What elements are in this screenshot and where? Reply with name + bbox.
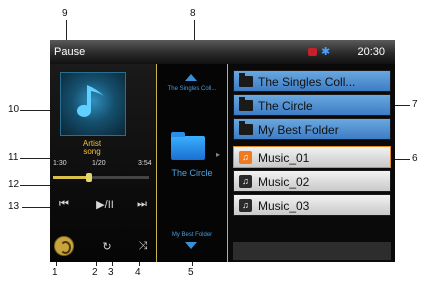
play-pause-button[interactable]: ▶/II [94, 198, 116, 211]
list-item-label: Music_01 [258, 151, 310, 165]
list-item-label: The Singles Coll... [258, 75, 356, 89]
list-item[interactable]: The Singles Coll... [233, 70, 391, 92]
shuffle-button[interactable]: ⤨ [136, 240, 150, 253]
bluetooth-icon: ✱ [321, 46, 331, 58]
elapsed-time: 1:30 [53, 160, 67, 167]
callout-6: 6 [412, 153, 418, 164]
callout-3: 3 [108, 267, 114, 278]
music-file-icon: ♫ [239, 151, 252, 164]
folder-icon [239, 97, 253, 111]
folder-navigator: The Singles Coll... The Circle My Best F… [156, 64, 227, 262]
leader-9 [66, 20, 67, 42]
progress-fill [53, 176, 90, 179]
music-file-icon: ♫ [239, 175, 252, 188]
list-item[interactable]: ♫ Music_01 [233, 146, 391, 168]
list-item[interactable]: My Best Folder [233, 118, 391, 140]
callout-10: 10 [8, 104, 20, 115]
list-item[interactable]: ♫ Music_02 [233, 170, 391, 192]
device-screen: Pause ✱ 20:30 Artist song 1:30 1/20 3:54… [50, 40, 395, 262]
list-item[interactable]: The Circle [233, 94, 391, 116]
power-button[interactable] [54, 236, 74, 256]
callout-7: 7 [412, 99, 418, 110]
current-folder-label[interactable]: The Circle [157, 168, 227, 178]
repeat-button[interactable]: ↻ [100, 240, 114, 253]
track-position: 1/20 [92, 160, 106, 167]
music-note-icon [77, 85, 105, 117]
list-item-label: Music_02 [258, 175, 310, 189]
folder-icon [239, 121, 253, 135]
list-footer [233, 242, 391, 260]
folder-icon [239, 73, 253, 87]
song-title: song [83, 147, 101, 156]
callout-9: 9 [62, 8, 68, 19]
file-list: The Singles Coll... The Circle My Best F… [227, 64, 395, 262]
callout-8: 8 [190, 8, 196, 19]
current-folder-icon[interactable] [171, 132, 205, 160]
progress-bar[interactable] [53, 173, 149, 182]
leader-13 [22, 207, 52, 208]
list-item-label: The Circle [258, 99, 313, 113]
record-icon [308, 48, 317, 56]
folder-down-arrow-icon[interactable] [185, 242, 197, 249]
callout-2: 2 [92, 267, 98, 278]
list-item[interactable]: ♫ Music_03 [233, 194, 391, 216]
music-file-icon: ♫ [239, 199, 252, 212]
previous-folder-label[interactable]: The Singles Coll... [157, 86, 227, 92]
next-folder-label[interactable]: My Best Folder [157, 232, 227, 238]
status-bar: Pause ✱ 20:30 [50, 40, 395, 64]
playback-status: Pause [54, 46, 86, 58]
clock: 20:30 [357, 46, 385, 58]
next-button[interactable]: ⏭ [134, 198, 150, 211]
callout-11: 11 [8, 152, 19, 163]
list-item-label: My Best Folder [258, 123, 339, 137]
chevron-right-icon: ▸ [216, 150, 221, 159]
folder-up-arrow-icon[interactable] [185, 74, 197, 81]
total-time: 3:54 [138, 160, 152, 167]
callout-13: 13 [8, 201, 20, 212]
previous-button[interactable]: ⏮ [56, 198, 72, 211]
callout-4: 4 [135, 267, 141, 278]
list-item-label: Music_03 [258, 199, 310, 213]
progress-handle[interactable] [86, 173, 93, 182]
album-art [60, 72, 126, 136]
callout-12: 12 [8, 179, 20, 190]
callout-1: 1 [52, 267, 58, 278]
callout-5: 5 [188, 267, 194, 278]
now-playing-panel: Artist song 1:30 1/20 3:54 ⏮ ▶/II ⏭ ↻ ⤨ [50, 64, 156, 262]
